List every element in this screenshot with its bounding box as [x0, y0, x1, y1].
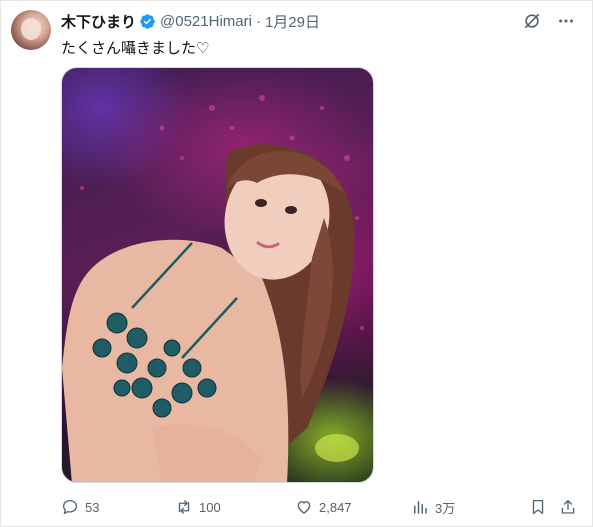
grok-icon[interactable] — [522, 11, 542, 31]
avatar[interactable] — [11, 10, 51, 50]
repost-icon — [178, 500, 190, 514]
share-icon — [561, 499, 575, 514]
action-bar: 53 100 2,847 3万 — [61, 495, 581, 519]
reply-icon — [62, 499, 78, 515]
reply-count: 53 — [85, 499, 100, 515]
verified-badge-icon — [139, 13, 156, 30]
post-date[interactable]: 1月29日 — [265, 11, 320, 32]
views-count: 3万 — [435, 500, 456, 516]
repost-button[interactable]: 100 — [175, 495, 221, 519]
top-right-icons — [522, 11, 576, 31]
author-handle[interactable]: @0521Himari — [160, 13, 252, 30]
bookmark-button[interactable] — [529, 495, 547, 519]
reply-button[interactable]: 53 — [61, 495, 99, 519]
author-name[interactable]: 木下ひまり — [61, 11, 136, 32]
like-count: 2,847 — [319, 499, 352, 515]
share-button[interactable] — [559, 495, 577, 519]
views-button[interactable]: 3万 — [411, 495, 455, 519]
more-icon[interactable] — [556, 11, 576, 31]
bookmark-icon — [532, 499, 544, 515]
separator-dot: · — [255, 12, 261, 30]
post-card[interactable]: 木下ひまり @0521Himari · 1月29日 たくさん囁きました♡ 53 … — [0, 0, 593, 527]
like-button[interactable]: 2,847 — [295, 495, 352, 519]
post-image[interactable] — [61, 67, 374, 483]
post-header: 木下ひまり @0521Himari · 1月29日 — [61, 11, 320, 32]
like-icon — [297, 501, 311, 514]
post-photo — [62, 95, 364, 482]
repost-count: 100 — [199, 499, 221, 515]
views-icon — [414, 501, 427, 514]
post-text: たくさん囁きました♡ — [61, 40, 210, 57]
